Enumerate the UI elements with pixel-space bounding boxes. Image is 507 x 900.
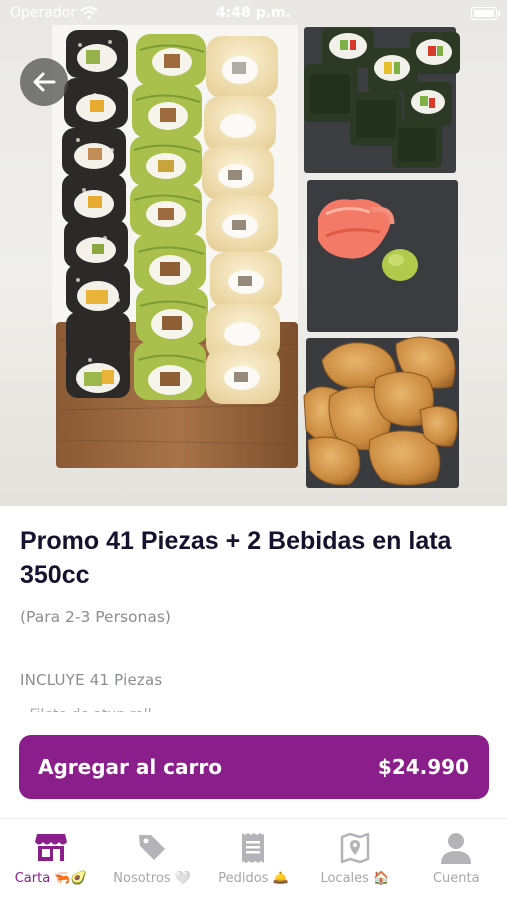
product-title: Promo 41 Piezas + 2 Bebidas en lata 350c… [20, 527, 452, 589]
tab-nosotros-label: Nosotros 🤍 [113, 871, 191, 886]
tab-nosotros[interactable]: Nosotros 🤍 [101, 819, 202, 900]
tab-pedidos-label: Pedidos 🛎️ [218, 871, 289, 886]
back-button[interactable] [20, 58, 68, 106]
user-icon [441, 833, 472, 864]
product-subtitle: (Para 2-3 Personas) [20, 608, 171, 626]
battery-icon [471, 7, 500, 20]
avocado-rolls [130, 34, 208, 400]
status-time: 4:48 p.m. [216, 5, 291, 21]
tab-cuenta-label: Cuenta [432, 871, 480, 886]
sesame-rolls [62, 30, 130, 398]
store-icon [34, 834, 67, 861]
tab-pedidos[interactable]: Pedidos 🛎️ [203, 819, 304, 900]
tab-carta-label: Carta 🦐🥑 [14, 871, 87, 886]
product-includes: INCLUYE 41 Piezas [20, 671, 163, 689]
add-to-cart-button[interactable]: Agregar al carro $24.990 [19, 735, 489, 799]
tempura-rolls [202, 36, 282, 404]
gyoza [303, 336, 458, 486]
product-photo: Operador 4:48 p.m. [0, 0, 507, 506]
tab-carta[interactable]: Carta 🦐🥑 [0, 819, 101, 900]
status-bar: Operador 4:48 p.m. [0, 0, 507, 28]
tab-bar: Carta 🦐🥑 Nosotros 🤍 Pedidos 🛎️ Locales 🏠 [0, 818, 507, 900]
tab-locales[interactable]: Locales 🏠 [304, 819, 405, 900]
tab-cuenta[interactable]: Cuenta [406, 819, 507, 900]
arrow-left-icon [33, 72, 56, 92]
receipt-icon [242, 833, 265, 863]
tag-icon [139, 835, 166, 860]
map-icon [340, 832, 370, 864]
sushi-platter-image [52, 25, 460, 488]
price-label: $24.990 [377, 755, 469, 779]
tab-locales-label: Locales 🏠 [320, 871, 390, 886]
add-to-cart-label: Agregar al carro [38, 755, 222, 779]
